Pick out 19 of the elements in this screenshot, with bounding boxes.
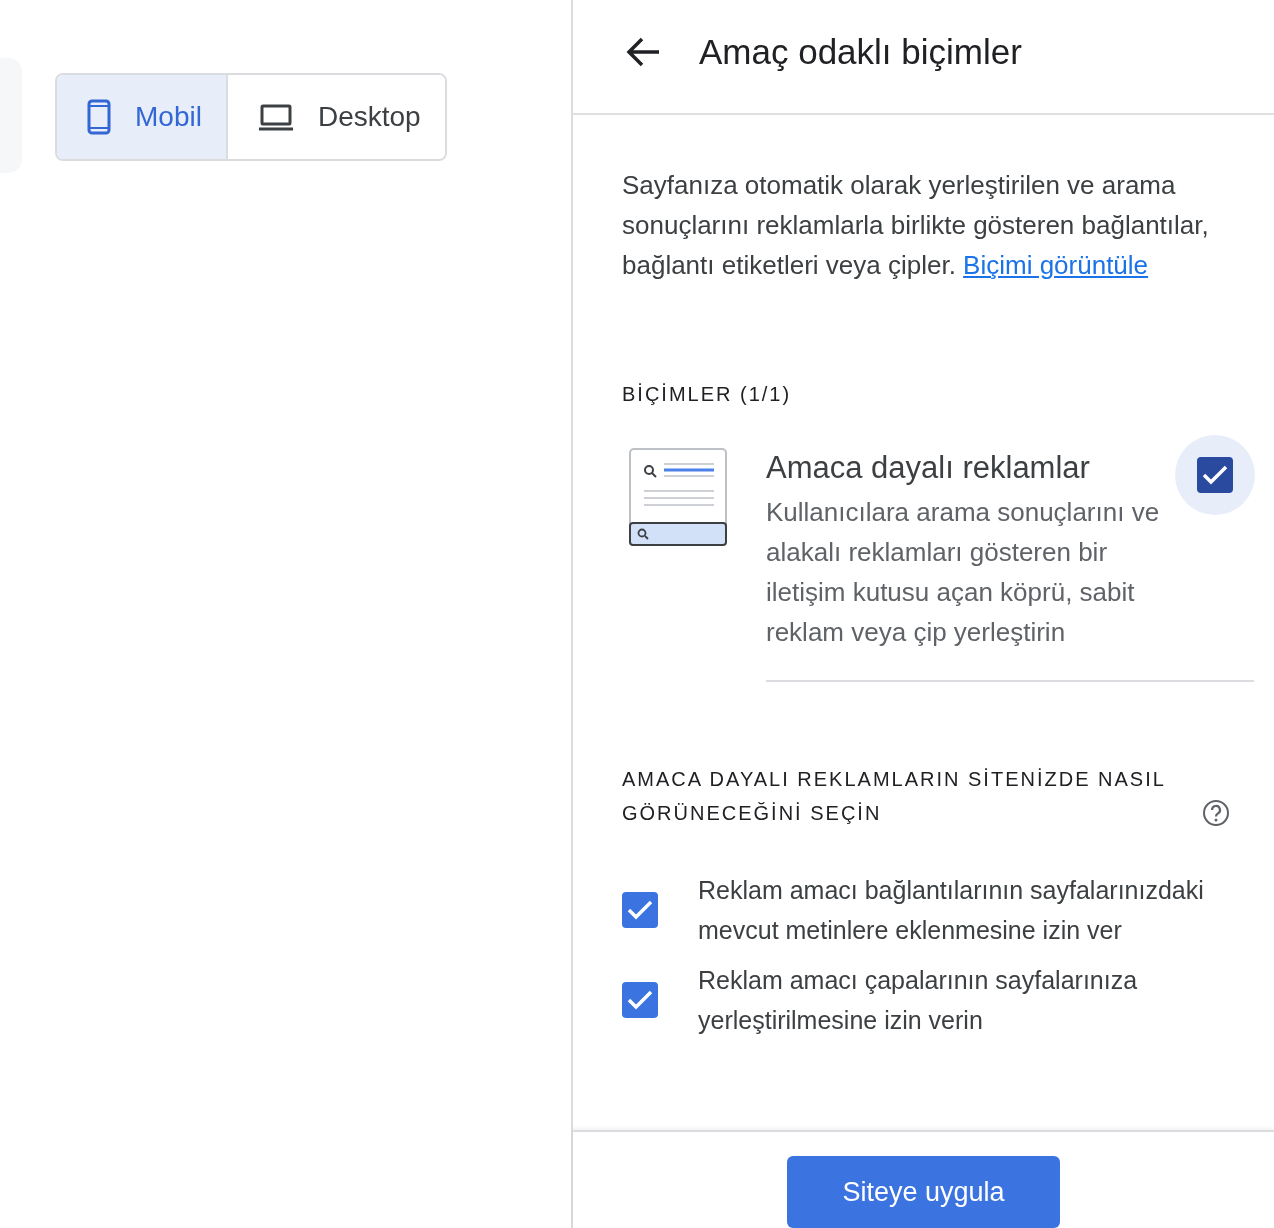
checkbox[interactable] bbox=[1197, 457, 1233, 493]
section-heading: AMACA DAYALI REKLAMLARIN SİTENİZDE NASIL GÖRÜNECEĞİNİ SEÇİN bbox=[622, 766, 1167, 826]
panel-title: Amaç odaklı biçimler bbox=[699, 30, 1022, 73]
device-toggle-button[interactable]: Desktop bbox=[225, 75, 445, 159]
description-text: Sayfanıza otomatik olarak yerleştirilen ve arama sonuçlarını reklamlarla birlikte gösteren bağlantılar, bağlantı etiketleri veya çipler. Biçimi görüntüle bbox=[622, 169, 1210, 282]
view-format-link[interactable]: Biçimi görüntüle bbox=[963, 250, 1149, 280]
back-arrow-icon[interactable] bbox=[625, 35, 661, 68]
laptop-icon bbox=[257, 103, 294, 131]
checkbox[interactable] bbox=[622, 981, 658, 1018]
format-title: Amaca dayalı reklamlar bbox=[766, 449, 1091, 487]
device-toggle-button[interactable]: Mobil bbox=[57, 75, 226, 159]
help-icon[interactable] bbox=[1202, 798, 1230, 827]
option-label: Reklam amacı çapalarının sayfalarınıza yerleştirilmesine izin verin bbox=[698, 964, 1139, 1036]
checkbox[interactable] bbox=[622, 891, 658, 928]
apply-button[interactable]: Siteye uygula bbox=[787, 1156, 1060, 1228]
phone-icon bbox=[87, 99, 111, 135]
section-heading: BİÇİMLER (1/1) bbox=[622, 382, 793, 407]
option-label: Reklam amacı bağlantılarının sayfalarınızdaki mevcut metinlere eklenmesine izin ver bbox=[698, 874, 1205, 946]
format-description: Kullanıcılara arama sonuçlarını ve alakalı reklamları gösteren bir iletişim kutusu açan köprü, sabit reklam veya çip yerleştirin bbox=[766, 495, 1161, 649]
